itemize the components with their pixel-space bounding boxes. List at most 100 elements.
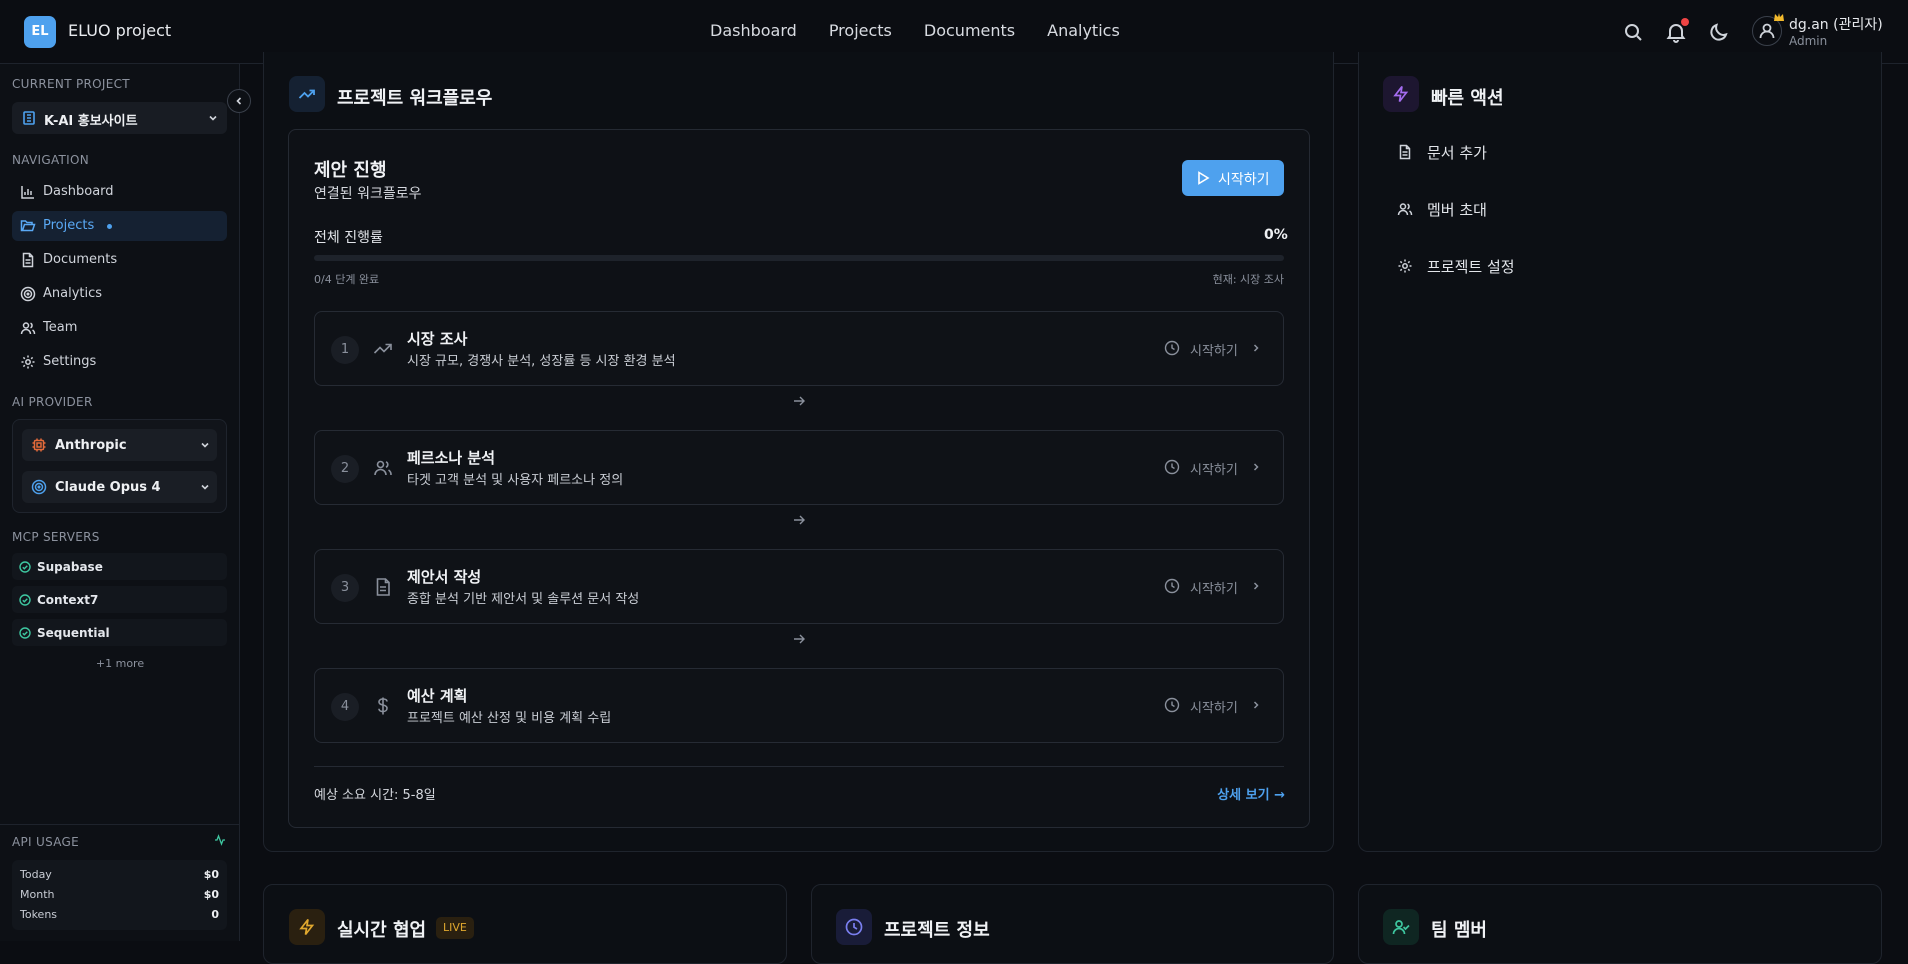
activity-icon	[215, 834, 225, 846]
user-check-icon	[1392, 920, 1410, 935]
current-step: 현재: 시장 조사	[1212, 273, 1284, 286]
active-indicator	[107, 224, 112, 229]
sidebar-item-label: Analytics	[43, 286, 103, 301]
step-status: 시작하기	[1190, 344, 1238, 359]
sidebar-item-dashboard[interactable]: Dashboard	[12, 177, 227, 207]
moon-icon[interactable]	[1707, 20, 1731, 44]
start-button-label: 시작하기	[1218, 172, 1270, 188]
clock-icon	[1164, 340, 1180, 356]
cpu-icon	[32, 438, 46, 452]
mcp-server-sequential[interactable]: Sequential	[12, 619, 227, 646]
quick-action-label: 프로젝트 설정	[1427, 258, 1515, 276]
check-circle-icon	[19, 627, 31, 639]
topnav-dashboard[interactable]: Dashboard	[710, 21, 797, 40]
team-members-title: 팀 멤버	[1431, 920, 1487, 941]
chevron-down-icon	[201, 442, 209, 448]
ai-provider-label: Anthropic	[55, 438, 127, 453]
play-icon	[1198, 171, 1210, 185]
sidebar-item-analytics[interactable]: Analytics	[12, 279, 227, 309]
document-icon	[376, 578, 390, 596]
project-selector[interactable]: K-AI 홍보사이트	[12, 102, 227, 134]
details-link[interactable]: 상세 보기 →	[1217, 784, 1285, 803]
start-workflow-button[interactable]: 시작하기	[1182, 160, 1284, 196]
workflow-step-2[interactable]: 2 페르소나 분석 타겟 고객 분석 및 사용자 페르소나 정의 시작하기	[314, 430, 1284, 505]
usage-row-tokens: Tokens 0	[20, 908, 219, 921]
workflow-step-4[interactable]: 4 예산 계획 프로젝트 예산 산정 및 비용 계획 수립 시작하기	[314, 668, 1284, 743]
app-title[interactable]: ELUO project	[68, 21, 171, 40]
chevron-right-icon	[1253, 344, 1259, 352]
sidebar-item-documents[interactable]: Documents	[12, 245, 227, 275]
step-description: 종합 분석 기반 제안서 및 솔루션 문서 작성	[407, 592, 640, 607]
steps-done: 0/4 단계 완료	[314, 273, 380, 286]
ai-model-label: Claude Opus 4	[55, 480, 161, 495]
ai-provider-heading: AI PROVIDER	[12, 395, 93, 409]
sidebar-item-projects[interactable]: Projects	[12, 211, 227, 241]
gear-icon	[21, 355, 35, 369]
document-icon	[22, 252, 34, 268]
lightning-icon	[299, 918, 315, 936]
target-icon	[20, 286, 36, 302]
user-role: Admin	[1789, 34, 1828, 48]
step-status: 시작하기	[1190, 463, 1238, 478]
chevron-down-icon	[201, 484, 209, 490]
team-icon-tile	[1383, 909, 1419, 945]
ai-provider-panel: Anthropic Claude Opus 4	[12, 419, 227, 513]
clock-icon	[1164, 578, 1180, 594]
chevron-down-icon	[209, 115, 217, 121]
ai-model-select[interactable]: Claude Opus 4	[22, 471, 217, 503]
divider	[314, 766, 1284, 767]
check-circle-icon	[19, 594, 31, 606]
mcp-server-label: Supabase	[37, 560, 103, 574]
sidebar-item-settings[interactable]: Settings	[12, 347, 227, 377]
usage-label: Month	[20, 888, 55, 901]
lightning-icon	[1393, 85, 1409, 103]
sidebar-item-label: Dashboard	[43, 184, 114, 199]
sidebar-item-team[interactable]: Team	[12, 313, 227, 343]
bar-chart-icon	[21, 186, 34, 199]
step-number: 3	[331, 574, 359, 602]
api-usage-heading: API USAGE	[12, 835, 80, 849]
clock-icon	[1164, 459, 1180, 475]
current-project-heading: CURRENT PROJECT	[12, 77, 130, 91]
arrow-right-icon	[794, 515, 805, 525]
mcp-more-link[interactable]: +1 more	[0, 657, 240, 670]
sidebar-item-label: Team	[43, 320, 78, 335]
step-number: 2	[331, 455, 359, 483]
users-icon	[1397, 203, 1413, 216]
mcp-server-label: Context7	[37, 593, 99, 607]
mcp-server-supabase[interactable]: Supabase	[12, 553, 227, 580]
quick-action-label: 멤버 초대	[1427, 201, 1487, 219]
check-circle-icon	[19, 561, 31, 573]
usage-row-today: Today $0	[20, 868, 219, 881]
sidebar-collapse-button[interactable]	[227, 89, 251, 113]
topnav-documents[interactable]: Documents	[924, 21, 1015, 40]
proposal-title: 제안 진행	[314, 160, 387, 181]
chevron-right-icon	[1253, 582, 1259, 590]
workflow-step-1[interactable]: 1 시장 조사 시장 규모, 경쟁사 분석, 성장률 등 시장 환경 분석 시작…	[314, 311, 1284, 386]
realtime-icon-tile	[289, 909, 325, 945]
step-status: 시작하기	[1190, 701, 1238, 716]
step-description: 프로젝트 예산 산정 및 비용 계획 수립	[407, 711, 612, 726]
gear-icon	[1398, 259, 1412, 273]
mcp-servers-heading: MCP SERVERS	[12, 530, 100, 544]
mcp-server-label: Sequential	[37, 626, 110, 640]
estimated-time: 예상 소요 시간: 5-8일	[314, 788, 436, 803]
arrow-right-icon	[794, 634, 805, 644]
mcp-server-context7[interactable]: Context7	[12, 586, 227, 613]
topnav-analytics[interactable]: Analytics	[1047, 21, 1120, 40]
user-name[interactable]: dg.an (관리자)	[1789, 14, 1883, 34]
chevron-left-icon	[236, 97, 242, 105]
usage-value: $0	[203, 868, 219, 881]
ai-provider-select[interactable]: Anthropic	[22, 429, 217, 461]
workflow-icon-tile	[289, 76, 325, 112]
target-icon	[31, 479, 47, 495]
step-title: 페르소나 분석	[407, 449, 496, 467]
step-title: 시장 조사	[407, 330, 468, 348]
search-icon[interactable]	[1621, 20, 1645, 44]
realtime-collab-title: 실시간 협업	[337, 920, 427, 941]
topnav-projects[interactable]: Projects	[829, 21, 892, 40]
chevron-right-icon	[1253, 701, 1259, 709]
app-logo[interactable]: EL	[24, 16, 56, 48]
workflow-step-3[interactable]: 3 제안서 작성 종합 분석 기반 제안서 및 솔루션 문서 작성 시작하기	[314, 549, 1284, 624]
sidebar-item-label: Settings	[43, 354, 97, 369]
